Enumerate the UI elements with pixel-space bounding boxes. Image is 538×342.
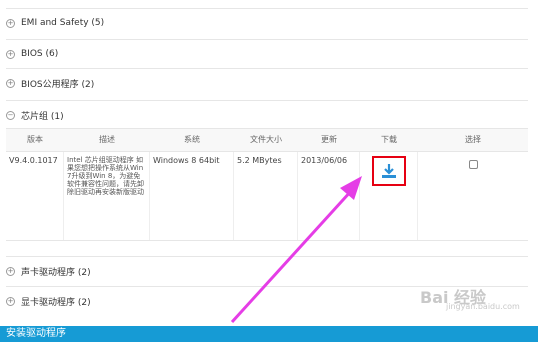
install-driver-bar: 安装驱动程序 bbox=[0, 326, 538, 342]
driver-panel: + EMI and Safety (5) + BIOS (6) + BIOS公用… bbox=[0, 0, 538, 326]
baidu-watermark-url: jingyan.baidu.com bbox=[446, 302, 520, 311]
